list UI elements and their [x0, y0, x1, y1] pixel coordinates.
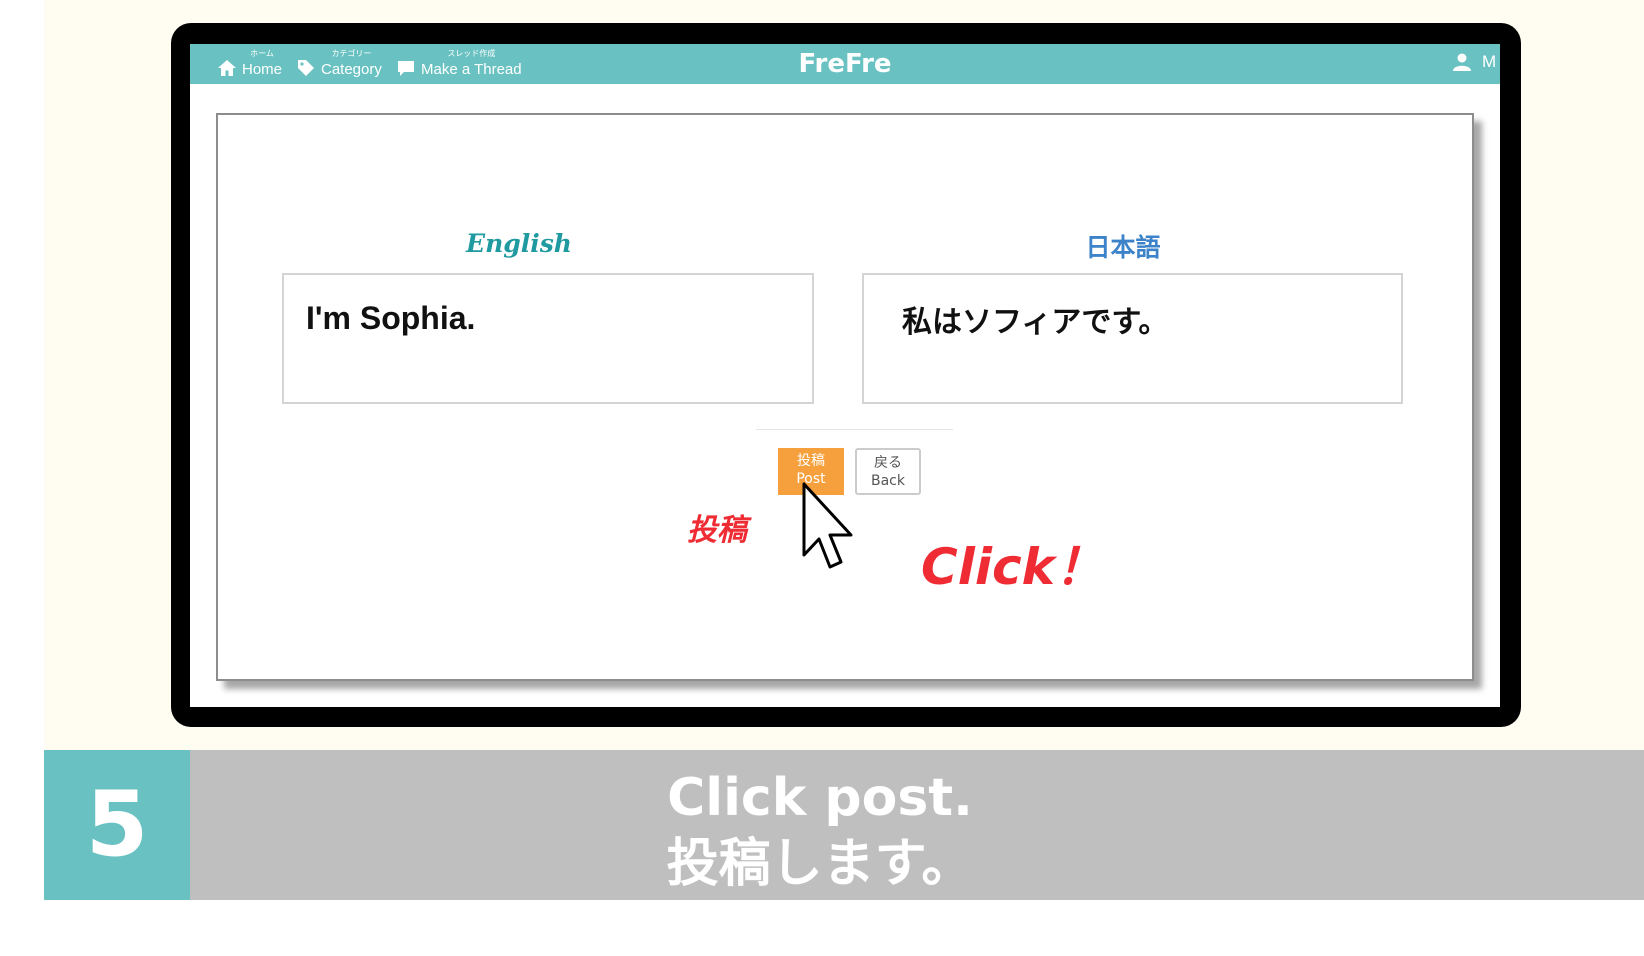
app-screen: ホーム Home カテゴリー Category スレッド作成 Make a Th… [190, 44, 1500, 707]
english-text-field[interactable]: I'm Sophia. [282, 273, 814, 404]
user-icon [1453, 53, 1471, 71]
back-button-label-en: Back [871, 473, 905, 489]
step-caption-line-1: Click post. [667, 768, 973, 828]
english-heading: English [466, 229, 572, 258]
step-number: 5 [44, 750, 190, 900]
mouse-pointer-icon [802, 482, 853, 569]
top-navigation-bar: ホーム Home カテゴリー Category スレッド作成 Make a Th… [190, 44, 1500, 84]
annotation-post-label: 投稿 [687, 513, 747, 548]
user-menu-label: M [1482, 52, 1497, 71]
site-logo[interactable]: FreFre [190, 46, 1500, 82]
user-menu[interactable]: M [1452, 52, 1496, 72]
japanese-heading: 日本語 [1085, 233, 1161, 262]
japanese-text-field[interactable]: 私はソフィアです。 [862, 273, 1403, 404]
post-form-card: English 日本語 I'm Sophia. 私はソフィアです。 投稿 Pos… [216, 113, 1474, 681]
device-frame: ホーム Home カテゴリー Category スレッド作成 Make a Th… [171, 23, 1521, 727]
divider [756, 429, 953, 430]
step-caption-line-2: 投稿します。 [666, 834, 974, 894]
back-button-label-ja: 戻る [874, 455, 902, 471]
english-text-value: I'm Sophia. [306, 300, 476, 336]
post-button-label-ja: 投稿 [797, 453, 825, 469]
annotation-click-label: Click！ [921, 538, 1105, 596]
step-caption: Click post. 投稿します。 [190, 765, 1450, 897]
japanese-text-value: 私はソフィアです。 [902, 305, 1169, 340]
